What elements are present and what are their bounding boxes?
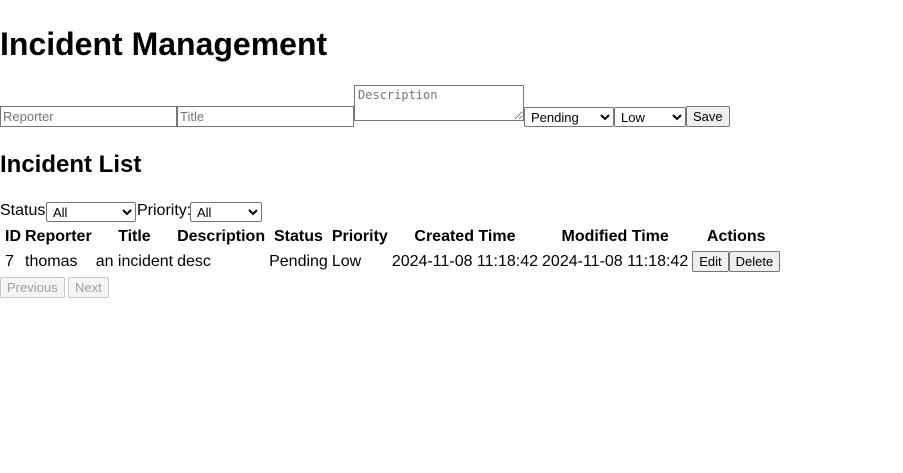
table-row: 7 thomas an incident desc Pending Low 20… xyxy=(4,250,781,273)
edit-button[interactable]: Edit xyxy=(692,251,729,272)
cell-description: desc xyxy=(177,252,211,270)
column-header-status: Status xyxy=(274,228,323,245)
cell-actions: Edit Delete xyxy=(691,250,781,273)
column-header-modified-time: Modified Time xyxy=(561,228,669,245)
cell-status: Pending xyxy=(269,252,328,270)
column-header-actions: Actions xyxy=(706,228,766,245)
page-title: Incident Management xyxy=(0,26,328,62)
description-textarea[interactable] xyxy=(354,85,524,121)
cell-priority: Low xyxy=(331,252,362,270)
table-header-row: ID Reporter Title Description Status Pri… xyxy=(4,226,781,248)
column-header-created-time: Created Time xyxy=(414,228,516,245)
column-header-priority: Priority xyxy=(331,228,388,245)
column-header-description: Description xyxy=(177,228,266,245)
delete-button[interactable]: Delete xyxy=(728,251,781,272)
cell-reporter: thomas xyxy=(25,252,78,270)
column-header-reporter: Reporter xyxy=(25,228,92,245)
priority-filter-label: Priority: xyxy=(137,202,192,219)
status-filter-label: Status: xyxy=(0,202,50,219)
column-header-title: Title xyxy=(118,228,151,245)
incident-list-heading: Incident List xyxy=(0,151,142,178)
incident-table: ID Reporter Title Description Status Pri… xyxy=(2,224,783,275)
title-input[interactable] xyxy=(177,106,354,127)
previous-page-button[interactable]: Previous xyxy=(0,277,65,298)
status-filter-select[interactable]: All xyxy=(46,202,136,222)
next-page-button[interactable]: Next xyxy=(68,277,109,298)
cell-created-time: 2024-11-08 11:18:42 xyxy=(391,252,539,270)
cell-modified-time: 2024-11-08 11:18:42 xyxy=(542,252,689,270)
priority-select[interactable]: Low xyxy=(614,107,686,127)
cell-title: an incident xyxy=(95,252,174,270)
status-select[interactable]: Pending xyxy=(524,107,614,127)
column-header-id: ID xyxy=(5,228,21,245)
reporter-input[interactable] xyxy=(0,106,177,127)
priority-filter-select[interactable]: All xyxy=(190,202,262,222)
cell-id: 7 xyxy=(5,252,14,270)
save-button[interactable]: Save xyxy=(686,106,730,127)
